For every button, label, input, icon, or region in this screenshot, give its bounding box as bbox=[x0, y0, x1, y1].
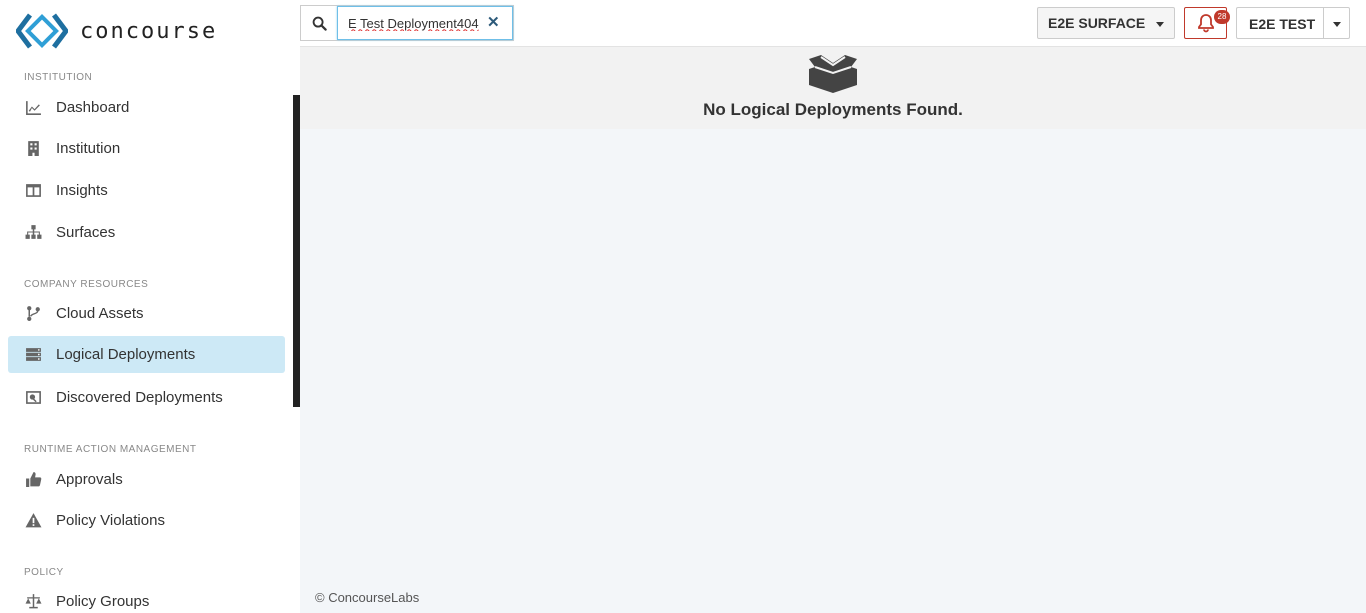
surface-selector-button[interactable]: E2E SURFACE bbox=[1037, 7, 1175, 39]
bell-icon bbox=[1197, 14, 1214, 33]
sidebar-item-label: Surfaces bbox=[56, 224, 116, 241]
sidebar-item-label: Discovered Deployments bbox=[56, 389, 223, 406]
thumbs-up-icon bbox=[24, 471, 42, 489]
concourse-logo[interactable]: concourse bbox=[16, 12, 217, 50]
sidebar-item-label: Logical Deployments bbox=[56, 346, 196, 363]
sidebar-item-label: Dashboard bbox=[56, 99, 130, 116]
balance-scale-icon bbox=[24, 593, 42, 611]
topbar: ✕ E2E SURFACE 28 E2E TEST bbox=[300, 0, 1366, 47]
sidebar-item-label: Policy Violations bbox=[56, 512, 165, 529]
section-label-runtime-action-management: RUNTIME ACTION MANAGEMENT bbox=[24, 444, 197, 455]
footer-copyright: © ConcourseLabs bbox=[315, 590, 420, 605]
sidebar-item-dashboard[interactable]: Dashboard bbox=[8, 89, 285, 126]
sidebar-item-institution[interactable]: Institution bbox=[8, 130, 285, 167]
user-menu-chevron-down-icon[interactable] bbox=[1333, 22, 1341, 27]
server-icon bbox=[24, 346, 42, 364]
sidebar-item-cloud-assets[interactable]: Cloud Assets bbox=[8, 295, 285, 332]
sidebar-item-insights[interactable]: Insights bbox=[8, 172, 285, 209]
chart-line-icon bbox=[24, 99, 42, 117]
sidebar-item-label: Insights bbox=[56, 182, 108, 199]
clear-search-icon[interactable]: ✕ bbox=[487, 15, 500, 31]
user-name: E2E TEST bbox=[1249, 16, 1316, 32]
warning-icon bbox=[24, 512, 42, 530]
sidebar-item-label: Policy Groups bbox=[56, 593, 150, 610]
search-icon[interactable] bbox=[301, 6, 337, 40]
chevron-down-icon bbox=[1156, 22, 1164, 27]
sidebar: concourse INSTITUTION Dashboard Institut… bbox=[0, 0, 300, 613]
sidebar-item-label: Cloud Assets bbox=[56, 305, 144, 322]
sidebar-item-label: Institution bbox=[56, 140, 121, 157]
sitemap-icon bbox=[24, 224, 42, 242]
empty-box-icon bbox=[809, 55, 857, 93]
sidebar-item-approvals[interactable]: Approvals bbox=[8, 461, 285, 498]
section-label-policy: POLICY bbox=[24, 567, 64, 578]
sidebar-item-policy-groups[interactable]: Policy Groups bbox=[8, 583, 285, 613]
surface-selector-label: E2E SURFACE bbox=[1048, 15, 1146, 31]
sidebar-scrollbar[interactable] bbox=[293, 95, 300, 407]
user-menu-divider bbox=[1323, 8, 1324, 38]
notifications-button[interactable]: 28 bbox=[1184, 7, 1230, 39]
section-label-company-resources: COMPANY RESOURCES bbox=[24, 279, 149, 290]
building-icon bbox=[24, 140, 42, 158]
concourse-logo-icon bbox=[16, 13, 68, 49]
code-branch-icon bbox=[24, 305, 42, 323]
empty-state-panel: No Logical Deployments Found. bbox=[300, 47, 1366, 129]
columns-icon bbox=[24, 182, 42, 200]
sidebar-item-logical-deployments[interactable]: Logical Deployments bbox=[8, 336, 285, 373]
discovered-icon bbox=[24, 389, 42, 407]
section-label-institution: INSTITUTION bbox=[24, 72, 93, 83]
sidebar-item-surfaces[interactable]: Surfaces bbox=[8, 214, 285, 251]
sidebar-item-discovered-deployments[interactable]: Discovered Deployments bbox=[8, 379, 285, 416]
empty-state-message: No Logical Deployments Found. bbox=[703, 100, 963, 119]
brand-name: concourse bbox=[80, 18, 218, 44]
user-menu-button[interactable]: E2E TEST bbox=[1236, 7, 1350, 39]
notification-count-badge: 28 bbox=[1214, 10, 1230, 24]
sidebar-item-label: Approvals bbox=[56, 471, 123, 488]
search-box: ✕ bbox=[300, 5, 514, 41]
sidebar-item-policy-violations[interactable]: Policy Violations bbox=[8, 502, 285, 539]
